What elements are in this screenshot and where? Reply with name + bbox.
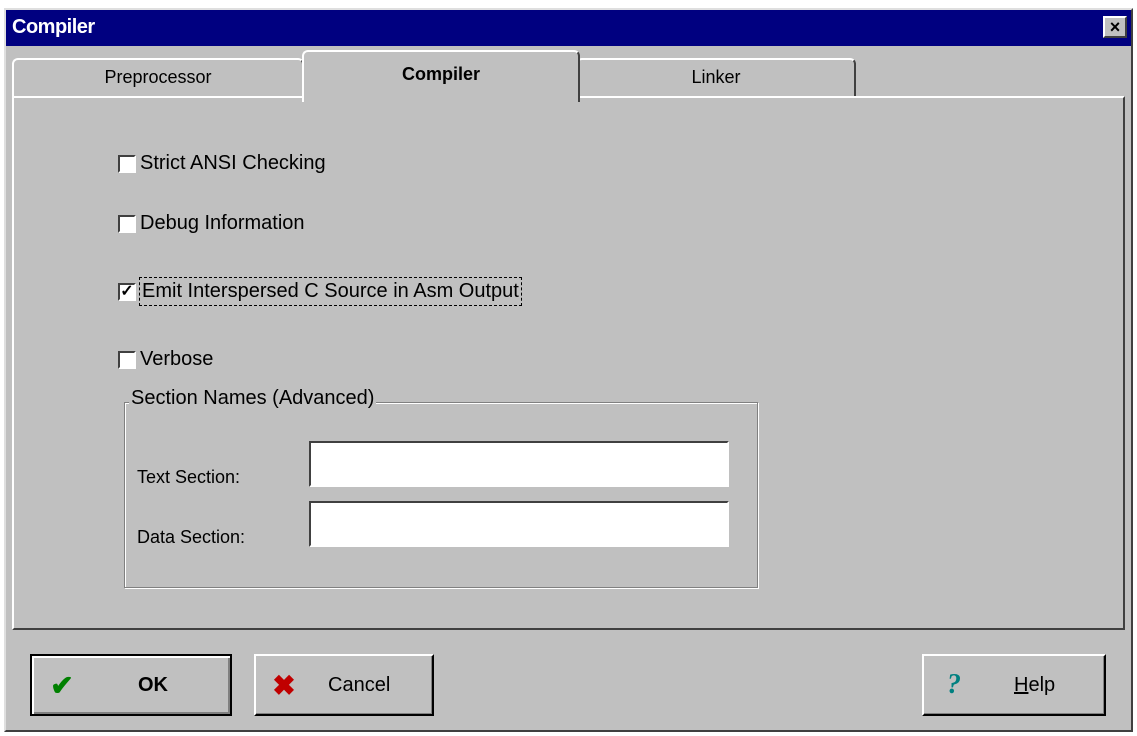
- option-label: Strict ANSI Checking: [140, 152, 326, 174]
- option-emit-interspersed[interactable]: ✓ Emit Interspersed C Source in Asm Outp…: [118, 277, 522, 306]
- option-label: Emit Interspersed C Source in Asm Output: [139, 277, 522, 306]
- tab-label: Compiler: [401, 64, 480, 84]
- data-section-label: Data Section:: [137, 527, 246, 547]
- ok-label: OK: [138, 673, 168, 696]
- option-label: Verbose: [140, 348, 214, 370]
- verbose-checkbox[interactable]: [118, 350, 136, 369]
- data-section-input[interactable]: [309, 501, 729, 547]
- tab-preprocessor[interactable]: Preprocessor: [12, 58, 304, 98]
- help-mnemonic: H: [1014, 673, 1029, 696]
- help-label: Help: [1014, 674, 1055, 697]
- option-debug-info[interactable]: Debug Information: [118, 212, 305, 235]
- tab-compiler[interactable]: Compiler: [302, 50, 580, 102]
- close-button[interactable]: ×: [1103, 16, 1127, 38]
- ok-button[interactable]: ✔ OK: [30, 654, 232, 716]
- tab-label: Preprocessor: [104, 67, 212, 87]
- tab-label: Linker: [691, 67, 741, 87]
- close-icon: ×: [1109, 17, 1121, 37]
- x-icon: ✖: [272, 669, 296, 701]
- compiler-tab-panel: Strict ANSI Checking Debug Information ✓…: [12, 96, 1125, 630]
- help-button[interactable]: ? Help: [922, 654, 1106, 716]
- tab-linker[interactable]: Linker: [576, 58, 856, 98]
- window-title: Compiler: [12, 16, 95, 38]
- help-label-rest: elp: [1028, 673, 1056, 696]
- section-names-group: Section Names (Advanced) Text Section: D…: [124, 387, 758, 588]
- option-verbose[interactable]: Verbose: [118, 348, 213, 371]
- question-icon: ?: [947, 669, 961, 700]
- text-section-label: Text Section:: [137, 467, 241, 487]
- emit-interspersed-checkbox[interactable]: ✓: [118, 282, 136, 301]
- cancel-button[interactable]: ✖ Cancel: [254, 654, 434, 716]
- cancel-label: Cancel: [328, 673, 391, 696]
- compiler-dialog: Compiler × Preprocessor Compiler Linker …: [4, 8, 1133, 732]
- group-legend: Section Names (Advanced): [129, 387, 377, 410]
- debug-info-checkbox[interactable]: [118, 214, 136, 233]
- checkmark-icon: ✔: [50, 669, 74, 701]
- text-section-input[interactable]: [309, 441, 729, 487]
- option-strict-ansi[interactable]: Strict ANSI Checking: [118, 152, 326, 175]
- strict-ansi-checkbox[interactable]: [118, 154, 136, 173]
- option-label: Debug Information: [140, 212, 305, 234]
- title-bar[interactable]: Compiler ×: [6, 10, 1131, 46]
